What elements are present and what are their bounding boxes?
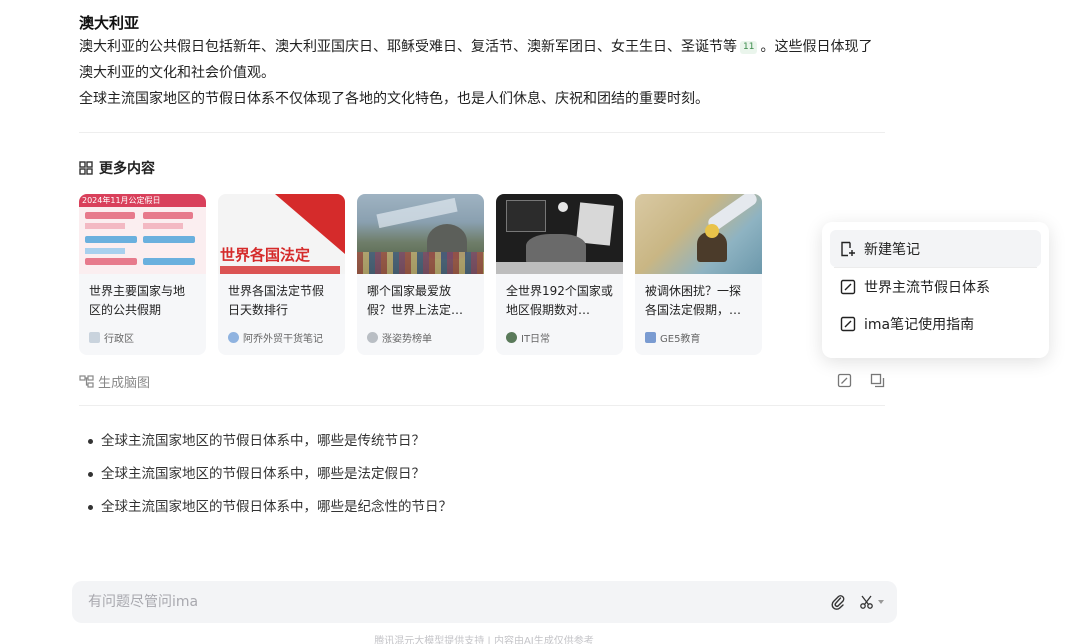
source-icon	[645, 332, 656, 343]
source-icon	[506, 332, 517, 343]
suggested-question[interactable]: 全球主流国家地区的节假日体系中，哪些是传统节日？	[88, 425, 452, 458]
new-note-icon	[840, 241, 856, 257]
source-label: 阿乔外贸干货笔记	[243, 334, 323, 345]
bullet-icon	[88, 439, 93, 444]
paragraph-australia: 澳大利亚的公共假日包括新年、澳大利亚国庆日、耶稣受难日、复活节、澳新军团日、女王…	[79, 34, 885, 86]
bullet-icon	[88, 505, 93, 510]
scissors-icon[interactable]	[857, 592, 877, 612]
divider	[79, 132, 885, 133]
note-item-ima-guide[interactable]: ima笔记使用指南	[830, 305, 1041, 342]
card-title: 世界主要国家与地区的公共假期	[89, 284, 186, 317]
suggested-question[interactable]: 全球主流国家地区的节假日体系中，哪些是法定假日？	[88, 458, 452, 491]
question-text: 全球主流国家地区的节假日体系中，哪些是传统节日？	[101, 433, 425, 449]
source-label: IT日常	[521, 334, 551, 345]
thumb-caption: 2024年11月公定假日	[82, 196, 161, 205]
generate-mindmap-button[interactable]: 生成脑图	[79, 372, 150, 391]
card-title: 被调休困扰？一探各国法定假期，…	[645, 284, 742, 317]
card-thumbnail	[357, 194, 484, 274]
source-label: 行政区	[104, 334, 134, 345]
card-source: IT日常	[506, 330, 550, 345]
question-text: 全球主流国家地区的节假日体系中，哪些是法定假日？	[101, 466, 425, 482]
chat-input[interactable]	[88, 581, 788, 623]
card-thumbnail: 2024年11月公定假日	[79, 194, 206, 274]
related-card[interactable]: 世界各国法定 世界各国法定节假日天数排行 阿乔外贸干货笔记	[218, 194, 345, 355]
source-icon	[228, 332, 239, 343]
edit-note-icon	[840, 279, 856, 295]
card-title: 全世界192个国家或地区假期数对…	[506, 284, 613, 317]
paragraph-summary: 全球主流国家地区的节假日体系不仅体现了各地的文化特色，也是人们休息、庆祝和团结的…	[79, 91, 709, 107]
card-title: 世界各国法定节假日天数排行	[228, 284, 325, 317]
citation-badge[interactable]: 11	[740, 41, 758, 54]
suggested-questions: 全球主流国家地区的节假日体系中，哪些是传统节日？ 全球主流国家地区的节假日体系中…	[88, 425, 452, 524]
footer-disclaimer: 腾讯混元大模型提供支持 | 内容由AI生成仅供参考	[374, 636, 594, 644]
related-card[interactable]: 哪个国家最爱放假？世界上法定… 涨姿势榜单	[357, 194, 484, 355]
grid-icon	[79, 161, 93, 175]
card-thumbnail	[496, 194, 623, 274]
more-content-title: 更多内容	[79, 158, 155, 178]
card-thumbnail: 世界各国法定	[218, 194, 345, 274]
bullet-icon	[88, 472, 93, 477]
source-icon	[89, 332, 100, 343]
copy-icon[interactable]	[868, 371, 886, 389]
note-item-holiday-system[interactable]: 世界主流节假日体系	[830, 268, 1041, 305]
card-source: GE5教育	[645, 330, 700, 345]
source-label: 涨姿势榜单	[382, 334, 432, 345]
section-heading: 澳大利亚	[79, 14, 140, 32]
card-thumbnail	[635, 194, 762, 274]
chevron-down-icon[interactable]	[876, 592, 886, 612]
menu-item-label: 世界主流节假日体系	[864, 279, 990, 296]
edit-note-icon	[840, 316, 856, 332]
card-source: 阿乔外贸干货笔记	[228, 330, 323, 345]
related-card[interactable]: 被调休困扰？一探各国法定假期，… GE5教育	[635, 194, 762, 355]
new-note-item[interactable]: 新建笔记	[830, 230, 1041, 267]
paperclip-icon[interactable]	[828, 592, 848, 612]
answer-article: 澳大利亚 澳大利亚的公共假日包括新年、澳大利亚国庆日、耶稣受难日、复活节、澳新军…	[79, 12, 885, 112]
menu-item-label: ima笔记使用指南	[864, 316, 975, 333]
related-cards: 2024年11月公定假日 世界主要国家与地区的公共假期 行政区 世界各国法定 世…	[79, 194, 774, 355]
edit-note-icon[interactable]	[835, 371, 853, 389]
menu-item-label: 新建笔记	[864, 241, 920, 258]
paragraph-text: 澳大利亚的公共假日包括新年、澳大利亚国庆日、耶稣受难日、复活节、澳新军团日、女王…	[79, 39, 737, 55]
source-label: GE5教育	[660, 334, 701, 345]
card-source: 涨姿势榜单	[367, 330, 432, 345]
related-card[interactable]: 2024年11月公定假日 世界主要国家与地区的公共假期 行政区	[79, 194, 206, 355]
card-source: 行政区	[89, 330, 134, 345]
mindmap-label: 生成脑图	[98, 376, 151, 391]
more-content-label: 更多内容	[99, 161, 155, 177]
thumb-caption: 世界各国法定	[220, 246, 311, 264]
related-card[interactable]: 全世界192个国家或地区假期数对… IT日常	[496, 194, 623, 355]
chat-input-bar	[72, 581, 897, 623]
card-title: 哪个国家最爱放假？世界上法定…	[367, 284, 464, 317]
source-icon	[367, 332, 378, 343]
suggested-question[interactable]: 全球主流国家地区的节假日体系中，哪些是纪念性的节日？	[88, 491, 452, 524]
question-text: 全球主流国家地区的节假日体系中，哪些是纪念性的节日？	[101, 499, 452, 515]
divider	[79, 405, 885, 406]
note-popup-menu: 新建笔记 世界主流节假日体系 ima笔记使用指南	[822, 222, 1049, 358]
mindmap-icon	[79, 375, 94, 388]
